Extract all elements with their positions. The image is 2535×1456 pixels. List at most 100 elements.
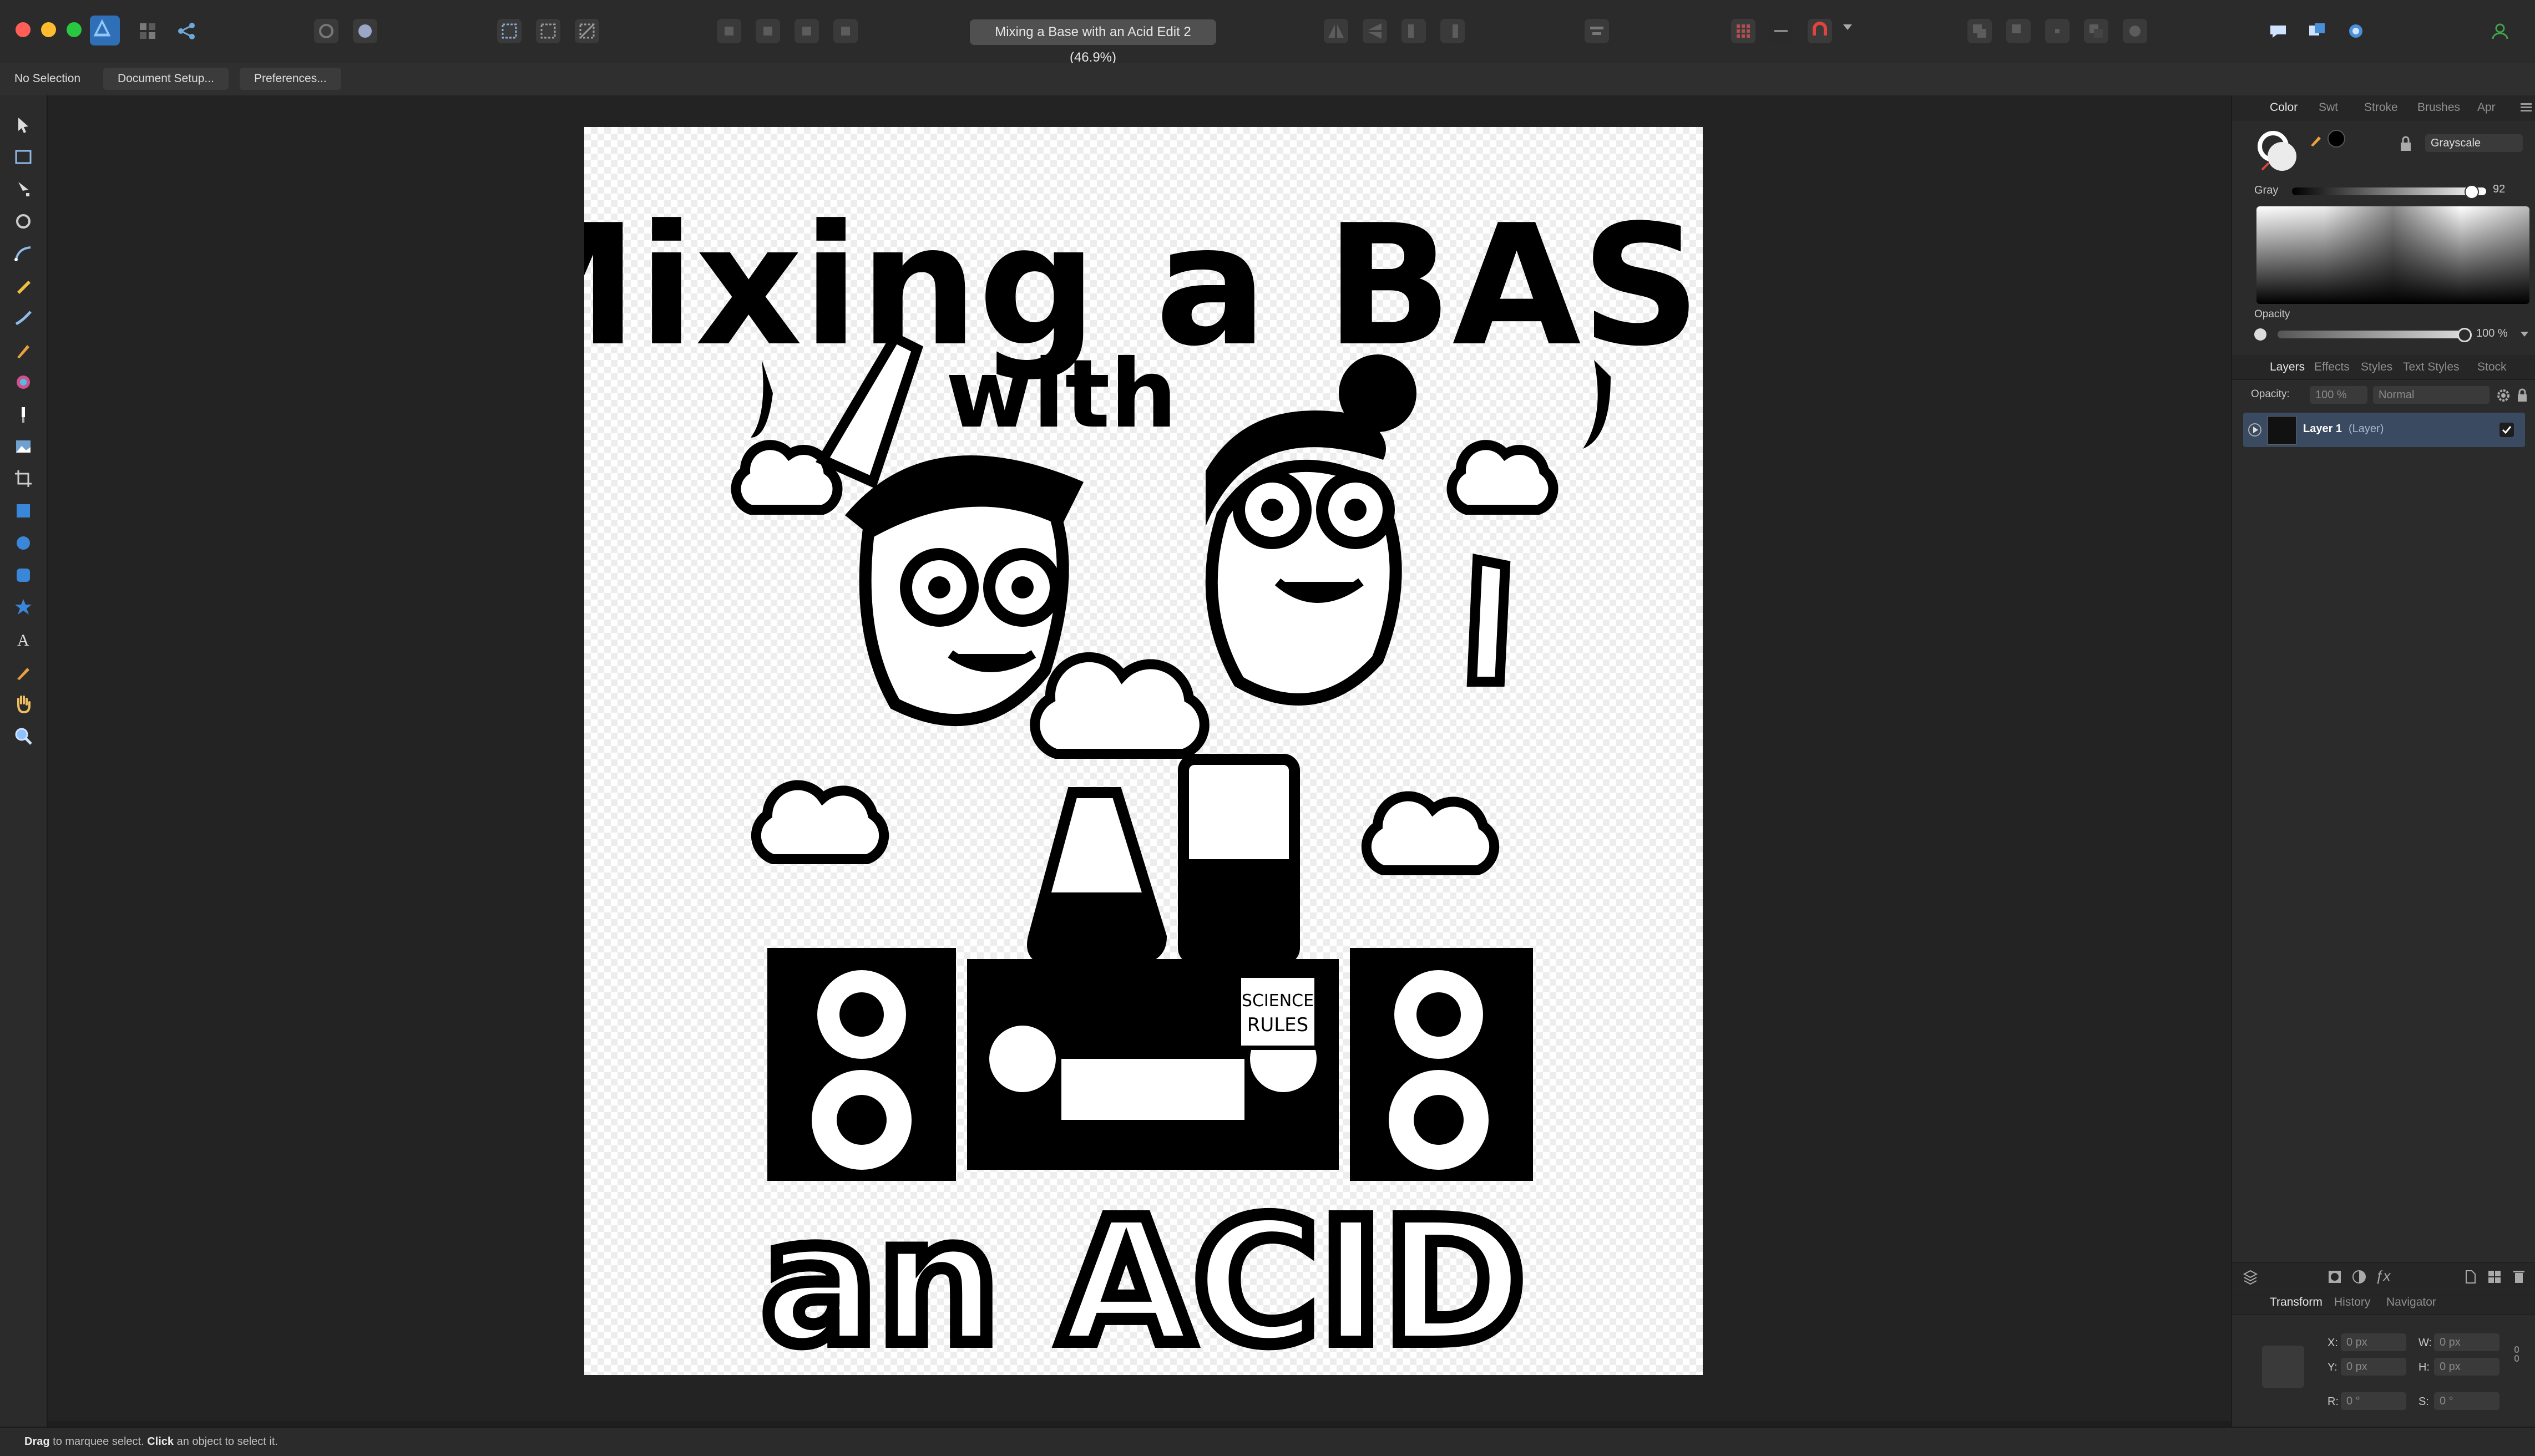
boolean-intersect-icon[interactable]	[2045, 19, 2070, 43]
group-layers-icon[interactable]	[2486, 1269, 2503, 1285]
tab-transform[interactable]: Transform	[2270, 1290, 2323, 1315]
preferences-circle-icon[interactable]	[2344, 19, 2368, 43]
align-icon[interactable]	[1585, 19, 1609, 43]
select-all-icon[interactable]	[497, 19, 522, 43]
swap-persona-icon[interactable]	[353, 19, 377, 43]
crop-tool-icon[interactable]	[12, 467, 35, 490]
link-dimensions-icon[interactable]	[2514, 1346, 2519, 1362]
tab-swatches[interactable]: Swt	[2319, 95, 2338, 120]
minimize-window-button[interactable]	[41, 22, 56, 37]
opacity-value[interactable]: 100 %	[2476, 327, 2508, 340]
boolean-xor-icon[interactable]	[2084, 19, 2108, 43]
gray-slider-knob[interactable]	[2465, 185, 2479, 199]
boolean-divide-icon[interactable]	[2123, 19, 2147, 43]
snapping-options-icon[interactable]	[1769, 19, 1793, 43]
rectangle-tool-icon[interactable]	[12, 499, 35, 522]
export-persona-icon[interactable]	[174, 19, 199, 43]
node-tool-icon[interactable]	[12, 177, 35, 201]
transparency-tool-icon[interactable]	[12, 403, 35, 426]
rotate-right-icon[interactable]	[1440, 19, 1465, 43]
transform-x-field[interactable]: 0 px	[2341, 1333, 2406, 1351]
close-window-button[interactable]	[16, 22, 31, 37]
arrange-front-icon[interactable]	[833, 19, 858, 43]
arrange-backward-icon[interactable]	[756, 19, 780, 43]
pen-tool-icon[interactable]	[12, 242, 35, 265]
pixel-persona-icon[interactable]	[135, 19, 160, 43]
zoom-tool-icon[interactable]	[12, 724, 35, 748]
rounded-rectangle-tool-icon[interactable]	[12, 564, 35, 587]
layer-visibility-checkbox[interactable]	[2499, 423, 2514, 437]
fill-stroke-swatch[interactable]	[2258, 130, 2302, 174]
tab-navigator[interactable]: Navigator	[2386, 1290, 2436, 1315]
black-swatch[interactable]	[2327, 130, 2345, 148]
tab-history[interactable]: History	[2334, 1290, 2370, 1315]
flip-vertical-icon[interactable]	[1363, 19, 1387, 43]
fill-tool-icon[interactable]	[12, 371, 35, 394]
document-artboard[interactable]: Mixing a BASE with	[472, 127, 1815, 1389]
studio-icon[interactable]	[2305, 19, 2329, 43]
preferences-button[interactable]: Preferences...	[240, 68, 341, 90]
adjustment-layer-icon[interactable]	[2351, 1269, 2367, 1285]
fx-icon[interactable]: ƒx	[2375, 1267, 2392, 1284]
add-layer-icon[interactable]	[2462, 1269, 2478, 1285]
snapping-dropdown-icon[interactable]	[1843, 24, 1852, 30]
rotate-left-icon[interactable]	[1401, 19, 1426, 43]
arrange-forward-icon[interactable]	[795, 19, 819, 43]
document-setup-button[interactable]: Document Setup...	[103, 68, 229, 90]
hand-tool-icon[interactable]	[12, 692, 35, 716]
tab-text-styles[interactable]: Text Styles	[2403, 355, 2460, 379]
delete-layer-icon[interactable]	[2511, 1269, 2527, 1285]
opacity-dropdown-icon[interactable]	[2521, 332, 2528, 337]
tab-stock[interactable]: Stock	[2477, 355, 2507, 379]
transform-r-field[interactable]: 0 °	[2341, 1392, 2406, 1410]
vector-brush-tool-icon[interactable]	[12, 306, 35, 329]
move-tool-icon[interactable]	[12, 113, 35, 136]
paint-brush-tool-icon[interactable]	[12, 338, 35, 362]
tab-styles[interactable]: Styles	[2361, 355, 2392, 379]
transform-s-field[interactable]: 0 °	[2434, 1392, 2499, 1410]
flip-horizontal-icon[interactable]	[1324, 19, 1348, 43]
gray-value[interactable]: 92	[2493, 183, 2505, 196]
layers-stack-icon[interactable]	[2242, 1269, 2259, 1285]
transform-y-field[interactable]: 0 px	[2341, 1358, 2406, 1376]
tab-color[interactable]: Color	[2270, 95, 2298, 120]
invert-selection-icon[interactable]	[575, 19, 599, 43]
mask-layer-icon[interactable]	[2326, 1269, 2343, 1285]
transform-h-field[interactable]: 0 px	[2434, 1358, 2499, 1376]
sync-icon[interactable]	[314, 19, 338, 43]
panel-menu-icon[interactable]	[2521, 102, 2532, 112]
layer-settings-gear-icon[interactable]	[2496, 388, 2511, 403]
ellipse-tool-icon[interactable]	[12, 531, 35, 555]
color-spectrum[interactable]	[2256, 206, 2529, 304]
tab-appearance[interactable]: Apr	[2477, 95, 2496, 120]
place-image-tool-icon[interactable]	[12, 435, 35, 458]
tab-brushes[interactable]: Brushes	[2417, 95, 2460, 120]
artboard-tool-icon[interactable]	[12, 145, 35, 169]
lock-icon[interactable]	[2399, 135, 2413, 152]
pencil-tool-icon[interactable]	[12, 274, 35, 297]
layer-lock-icon[interactable]	[2516, 388, 2528, 403]
snapping-grid-icon[interactable]	[1731, 19, 1755, 43]
blend-mode-select[interactable]: Normal	[2373, 386, 2490, 404]
corner-tool-icon[interactable]	[12, 210, 35, 233]
color-model-select[interactable]: Grayscale	[2425, 134, 2523, 152]
anchor-point-selector[interactable]	[2262, 1346, 2304, 1388]
tab-effects[interactable]: Effects	[2314, 355, 2350, 379]
boolean-add-icon[interactable]	[1967, 19, 1992, 43]
select-none-icon[interactable]	[536, 19, 560, 43]
boolean-subtract-icon[interactable]	[2006, 19, 2031, 43]
artistic-text-tool-icon[interactable]: A	[12, 628, 35, 651]
arrange-back-icon[interactable]	[717, 19, 741, 43]
zoom-window-button[interactable]	[67, 22, 82, 37]
tab-layers[interactable]: Layers	[2270, 355, 2305, 379]
layer-opacity-field[interactable]: 100 %	[2310, 386, 2367, 404]
snapping-magnet-icon[interactable]	[1808, 19, 1832, 43]
tab-stroke[interactable]: Stroke	[2364, 95, 2398, 120]
opacity-slider[interactable]	[2278, 328, 2472, 342]
opacity-slider-knob[interactable]	[2457, 328, 2472, 342]
color-picker-tool-icon[interactable]	[12, 660, 35, 683]
layer-row[interactable]: Layer 1 (Layer)	[2243, 413, 2525, 447]
assistant-icon[interactable]	[2266, 19, 2290, 43]
layer-expand-icon[interactable]	[2248, 423, 2262, 437]
star-tool-icon[interactable]	[12, 596, 35, 619]
